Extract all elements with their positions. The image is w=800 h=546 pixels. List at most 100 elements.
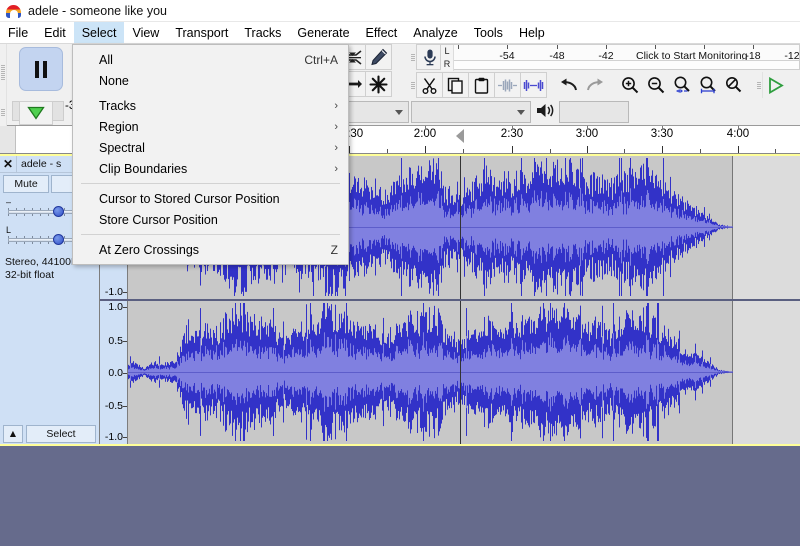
fit-project-button[interactable] (694, 72, 721, 98)
menu-separator-1 (81, 183, 340, 184)
edit-toolbar (410, 72, 789, 99)
menu-item-store-cursor[interactable]: Store Cursor Position (73, 209, 348, 230)
transport-toolbar (0, 44, 66, 100)
cut-button[interactable] (416, 72, 443, 98)
menu-analyze[interactable]: Analyze (405, 22, 465, 43)
playhead-marker-icon[interactable] (456, 129, 464, 143)
title-bar: adele - someone like you (0, 0, 800, 22)
edit-cursor-right (460, 301, 461, 444)
empty-workspace (0, 448, 800, 546)
menu-transport[interactable]: Transport (167, 22, 236, 43)
zoom-out-button[interactable] (642, 72, 669, 98)
trim-audio-button[interactable] (494, 72, 521, 98)
pan-slider-thumb[interactable] (53, 234, 64, 245)
vruler-right-4: -0.5 (105, 400, 123, 412)
menu-select[interactable]: Select (74, 22, 125, 43)
zoom-toggle-button[interactable] (720, 72, 747, 98)
copy-button[interactable] (442, 72, 469, 98)
menu-edit[interactable]: Edit (36, 22, 74, 43)
menu-view[interactable]: View (124, 22, 167, 43)
meter-left-label: L (441, 45, 454, 58)
menu-file[interactable]: File (0, 22, 36, 43)
menu-item-tracks-label: Tracks (99, 99, 136, 113)
menu-item-cursor-to-stored[interactable]: Cursor to Stored Cursor Position (73, 188, 348, 209)
track-name-label[interactable]: adele - s (17, 158, 61, 170)
play-speed-triangle-icon[interactable] (19, 101, 53, 125)
pause-button[interactable] (19, 47, 63, 91)
fit-selection-button[interactable] (668, 72, 695, 98)
audacity-logo-icon (6, 4, 21, 18)
menu-item-clip-boundaries[interactable]: Clip Boundaries › (73, 158, 348, 179)
menu-item-zero-crossings[interactable]: At Zero Crossings Z (73, 239, 348, 260)
vertical-ruler-right[interactable]: 1.0 0.5 0.0 -0.5 -1.0 (100, 301, 128, 444)
menu-item-all-accel: Ctrl+A (304, 53, 338, 67)
pan-slider-label: L (6, 225, 11, 235)
menu-item-region[interactable]: Region › (73, 116, 348, 137)
multi-tool-icon[interactable] (365, 71, 392, 97)
gain-slider-thumb[interactable] (53, 206, 64, 217)
menu-item-zero-crossings-label: At Zero Crossings (99, 243, 199, 257)
menu-item-all-label: All (99, 53, 113, 67)
menu-item-cursor-to-stored-label: Cursor to Stored Cursor Position (99, 192, 280, 206)
zoom-in-button[interactable] (616, 72, 643, 98)
collapse-track-button[interactable]: ▲ (3, 425, 23, 443)
microphone-icon[interactable] (416, 44, 443, 70)
recording-meter-toolbar (410, 44, 443, 71)
select-menu-dropdown[interactable]: All Ctrl+A None Tracks › Region › Spectr… (72, 44, 349, 265)
vruler-right-1: 1.0 (108, 301, 123, 313)
speaker-icon (535, 102, 555, 122)
edit-toolbar-separator-3 (747, 72, 756, 99)
menu-item-store-cursor-label: Store Cursor Position (99, 213, 218, 227)
draw-tool-icon[interactable] (365, 44, 392, 70)
timeline-left-pad (0, 126, 16, 153)
vruler-left-5: -1.0 (105, 286, 123, 298)
menu-separator-2 (81, 234, 340, 235)
menu-item-clip-boundaries-label: Clip Boundaries (99, 162, 187, 176)
menu-generate[interactable]: Generate (289, 22, 357, 43)
menu-item-zero-crossings-accel: Z (331, 243, 338, 257)
vruler-right-2: 0.5 (108, 335, 123, 347)
menu-help[interactable]: Help (511, 22, 553, 43)
waveform-channel-right[interactable]: 1.0 0.5 0.0 -0.5 -1.0 (100, 301, 800, 444)
silence-audio-button[interactable] (520, 72, 547, 98)
playback-device-combo[interactable] (559, 101, 629, 123)
select-track-button[interactable]: Select (26, 425, 96, 443)
undo-button[interactable] (555, 72, 582, 98)
track-info-line-2: 32-bit float (5, 269, 84, 282)
meter-db-scale[interactable]: -54 -48 -42 Click to Start Monitoring -1… (454, 45, 799, 69)
play-button[interactable] (762, 72, 789, 98)
playback-meter-grip[interactable] (0, 100, 7, 126)
menu-item-spectral-label: Spectral (99, 141, 145, 155)
meter-right-label: R (441, 58, 454, 71)
transport-grip[interactable] (0, 44, 7, 100)
vruler-right-3: 0.0 (108, 367, 123, 379)
menu-item-region-label: Region (99, 120, 139, 134)
menu-tracks[interactable]: Tracks (236, 22, 289, 43)
paste-button[interactable] (468, 72, 495, 98)
redo-button[interactable] (581, 72, 608, 98)
gain-slider-label: – (6, 197, 11, 207)
chevron-right-icon: › (334, 163, 338, 175)
menu-effect[interactable]: Effect (358, 22, 406, 43)
recording-meter[interactable]: L R -54 -48 -42 Click to Start Monitorin… (440, 44, 800, 71)
chevron-right-icon: › (334, 142, 338, 154)
menu-tools[interactable]: Tools (466, 22, 511, 43)
chevron-down-icon (395, 110, 403, 115)
edit-cursor-left (460, 156, 461, 299)
menu-item-all[interactable]: All Ctrl+A (73, 49, 348, 70)
menu-item-spectral[interactable]: Spectral › (73, 137, 348, 158)
recording-channels-combo[interactable] (411, 101, 531, 123)
chevron-right-icon: › (334, 121, 338, 133)
chevron-down-icon (517, 110, 525, 115)
menu-bar: File Edit Select View Transport Tracks G… (0, 22, 800, 44)
vruler-right-5: -1.0 (105, 431, 123, 443)
chevron-right-icon: › (334, 100, 338, 112)
mute-button[interactable]: Mute (3, 175, 49, 193)
window-title: adele - someone like you (28, 4, 167, 18)
track-panel-footer: ▲ Select (0, 424, 99, 444)
waveform-display-right[interactable] (128, 301, 800, 444)
menu-item-none-label: None (99, 74, 129, 88)
menu-item-none[interactable]: None (73, 70, 348, 91)
menu-item-tracks[interactable]: Tracks › (73, 95, 348, 116)
close-track-button[interactable]: ✕ (0, 156, 17, 173)
